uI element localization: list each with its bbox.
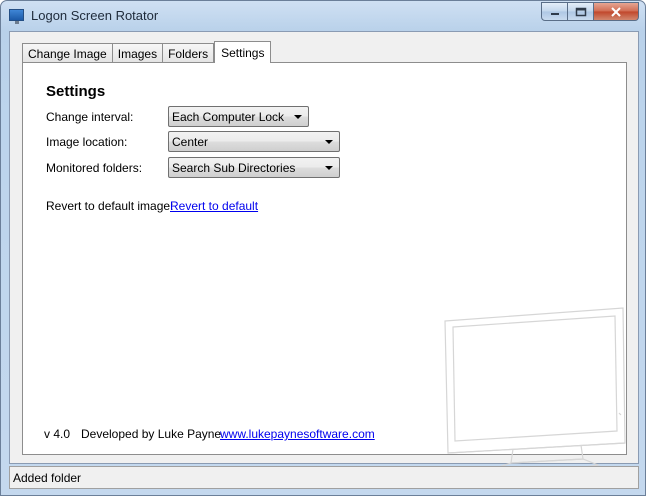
minimize-icon [550, 12, 559, 15]
title-bar[interactable]: Logon Screen Rotator [1, 1, 645, 31]
status-bar: Added folder [9, 466, 639, 489]
dropdown-arrow-icon [325, 166, 333, 170]
tab-strip: Change Image Images Folders Settings [22, 41, 272, 63]
monitored-folders-value: Search Sub Directories [172, 160, 296, 175]
revert-label: Revert to default image: [46, 199, 174, 213]
version-text: v 4.0 [44, 427, 71, 441]
image-location-dropdown[interactable]: Center [168, 131, 340, 152]
monitored-folders-label: Monitored folders: [46, 161, 143, 175]
app-window: Logon Screen Rotator Change Image Images… [0, 0, 646, 496]
tab-folders[interactable]: Folders [162, 43, 215, 63]
status-text: Added folder [13, 470, 82, 485]
tab-settings[interactable]: Settings [214, 41, 272, 63]
change-interval-value: Each Computer Lock [172, 109, 285, 124]
tab-images[interactable]: Images [111, 43, 164, 63]
maximize-icon [575, 7, 586, 16]
dropdown-arrow-icon [325, 140, 333, 144]
tab-change-image[interactable]: Change Image [22, 43, 113, 63]
settings-heading: Settings [46, 83, 106, 100]
change-interval-label: Change interval: [46, 110, 134, 124]
image-location-label: Image location: [46, 135, 128, 149]
change-interval-dropdown[interactable]: Each Computer Lock [168, 106, 309, 127]
client-area: Change Image Images Folders Settings Set… [9, 31, 639, 472]
image-location-value: Center [172, 134, 209, 149]
monitor-app-icon [9, 9, 24, 24]
revert-to-default-link[interactable]: Revert to default [170, 199, 258, 213]
monitor-illustration-icon [444, 307, 626, 472]
website-link[interactable]: www.lukepaynesoftware.com [220, 427, 375, 441]
maximize-button[interactable] [568, 2, 594, 21]
monitored-folders-dropdown[interactable]: Search Sub Directories [168, 157, 340, 178]
close-icon [611, 6, 621, 17]
caption-buttons [541, 2, 639, 22]
developer-text: Developed by Luke Payne [81, 427, 222, 441]
close-button[interactable] [594, 2, 639, 21]
dropdown-arrow-icon [294, 115, 302, 119]
settings-panel: Settings Change interval: Each Computer … [22, 62, 627, 472]
minimize-button[interactable] [541, 2, 568, 21]
window-title: Logon Screen Rotator [31, 8, 159, 23]
